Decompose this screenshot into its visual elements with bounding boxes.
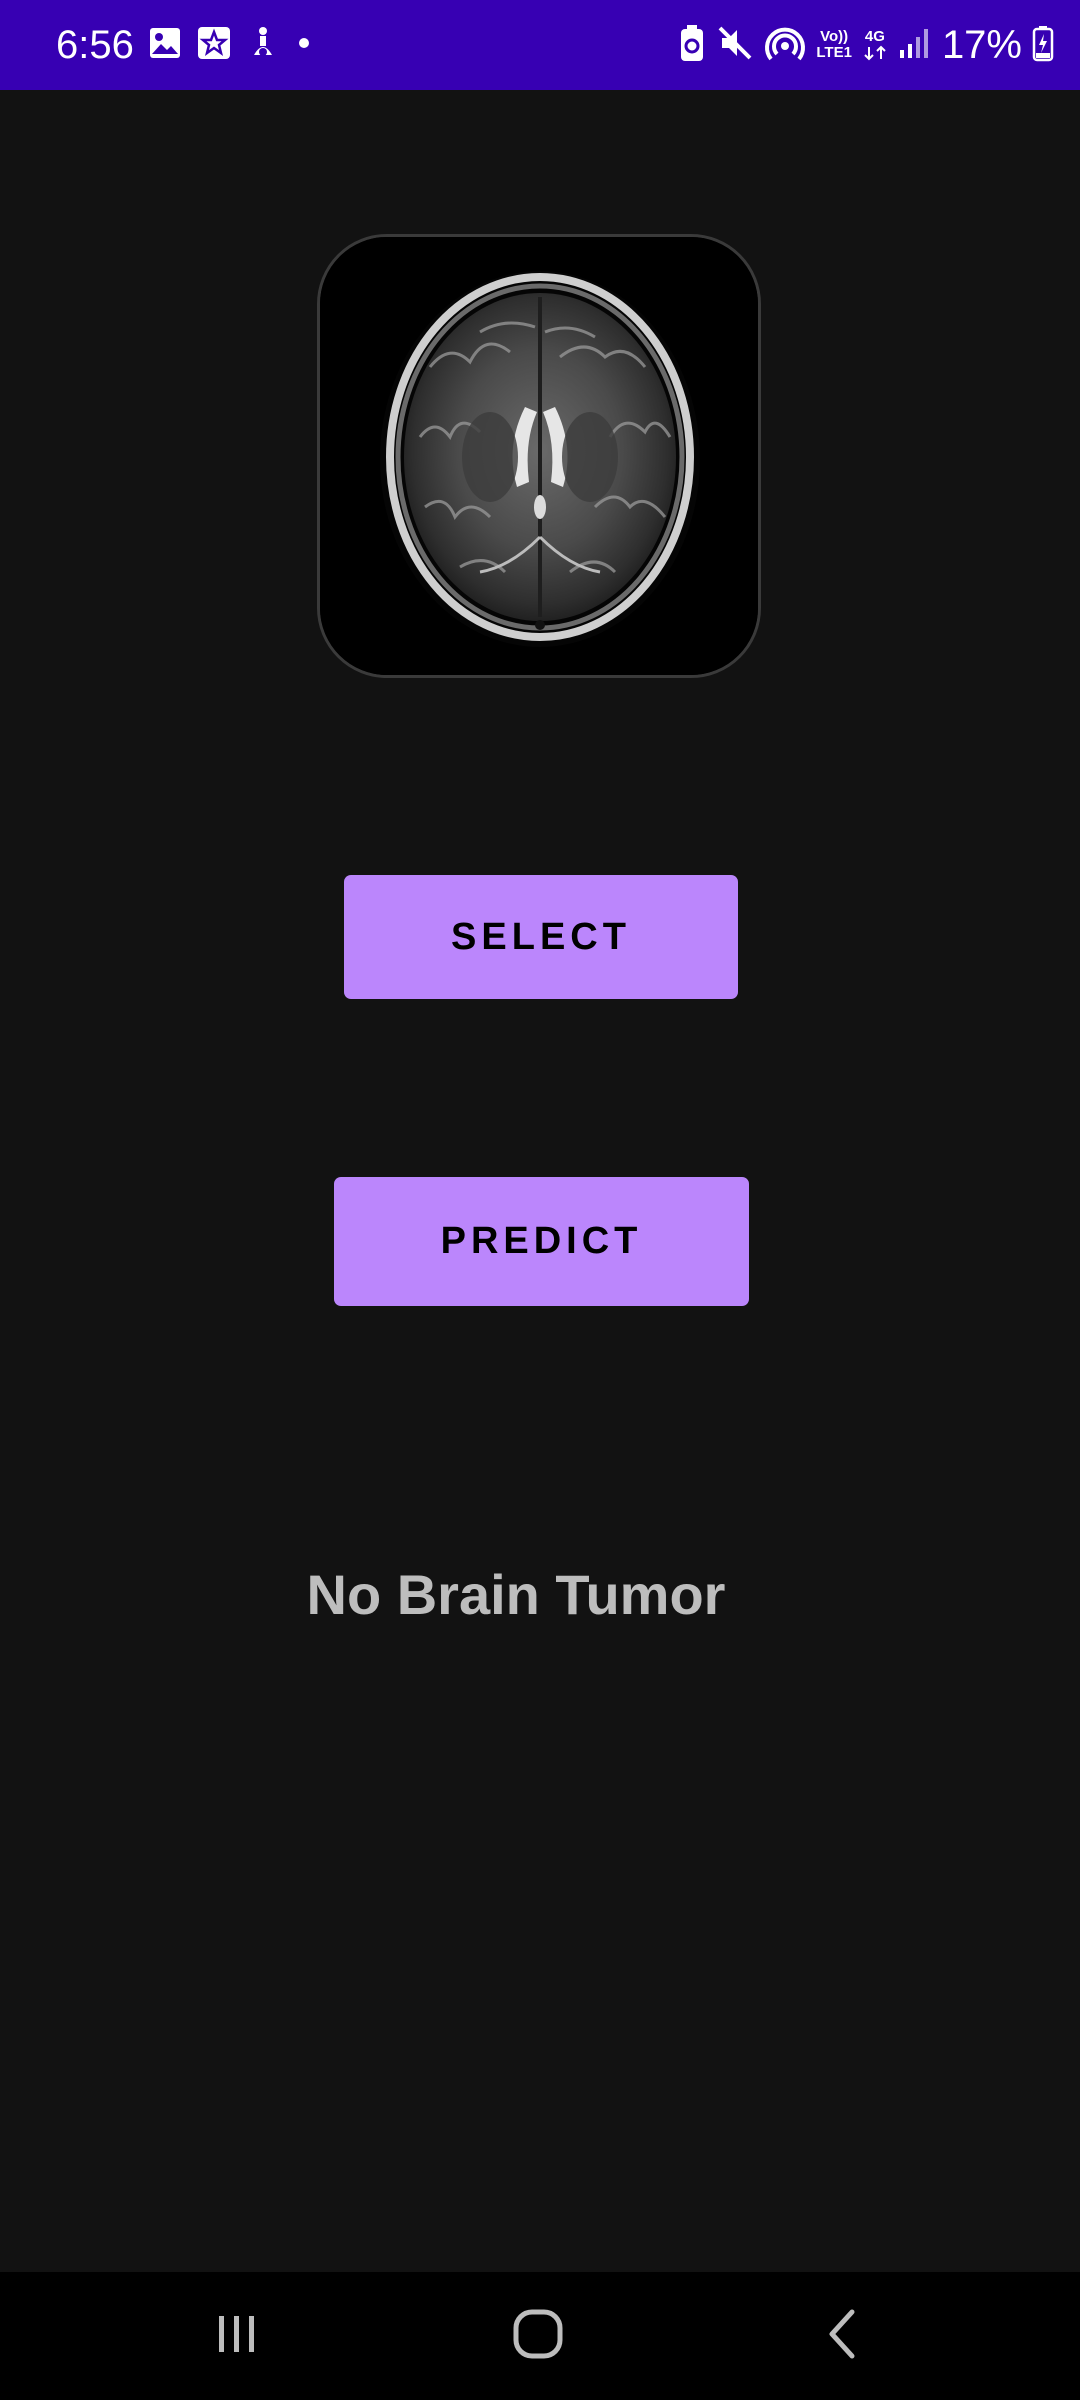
star-app-icon [196, 25, 232, 66]
brain-scan-graphic [320, 237, 758, 675]
battery-saver-icon [678, 23, 706, 68]
mute-icon [716, 24, 754, 67]
battery-charging-icon [1032, 24, 1054, 67]
status-bar: 6:56 Vo)) LTE1 4G 17% [0, 0, 1080, 90]
dot-icon [294, 33, 314, 58]
select-button[interactable]: SELECT [344, 875, 738, 999]
recents-icon [213, 2310, 261, 2363]
4g-icon: 4G [862, 29, 888, 61]
gallery-icon [148, 26, 182, 65]
predict-button[interactable]: PREDICT [334, 1177, 749, 1306]
battery-percent: 17% [941, 23, 1022, 67]
volte-icon: Vo)) LTE1 [816, 28, 852, 61]
signal-icon [898, 26, 932, 65]
brain-mri-image [317, 234, 761, 678]
system-icons: Vo)) LTE1 4G 17% [678, 18, 1054, 72]
notification-icons [148, 22, 314, 68]
back-button[interactable] [762, 2272, 922, 2400]
prediction-result: No Brain Tumor [306, 1563, 726, 1626]
home-button[interactable] [458, 2272, 618, 2400]
status-time: 6:56 [56, 23, 134, 67]
recents-button[interactable] [157, 2272, 317, 2400]
home-icon [512, 2308, 564, 2365]
accessibility-icon [246, 25, 280, 66]
navigation-bar [0, 2272, 1080, 2400]
back-icon [818, 2308, 866, 2365]
hotspot-icon [764, 22, 806, 69]
